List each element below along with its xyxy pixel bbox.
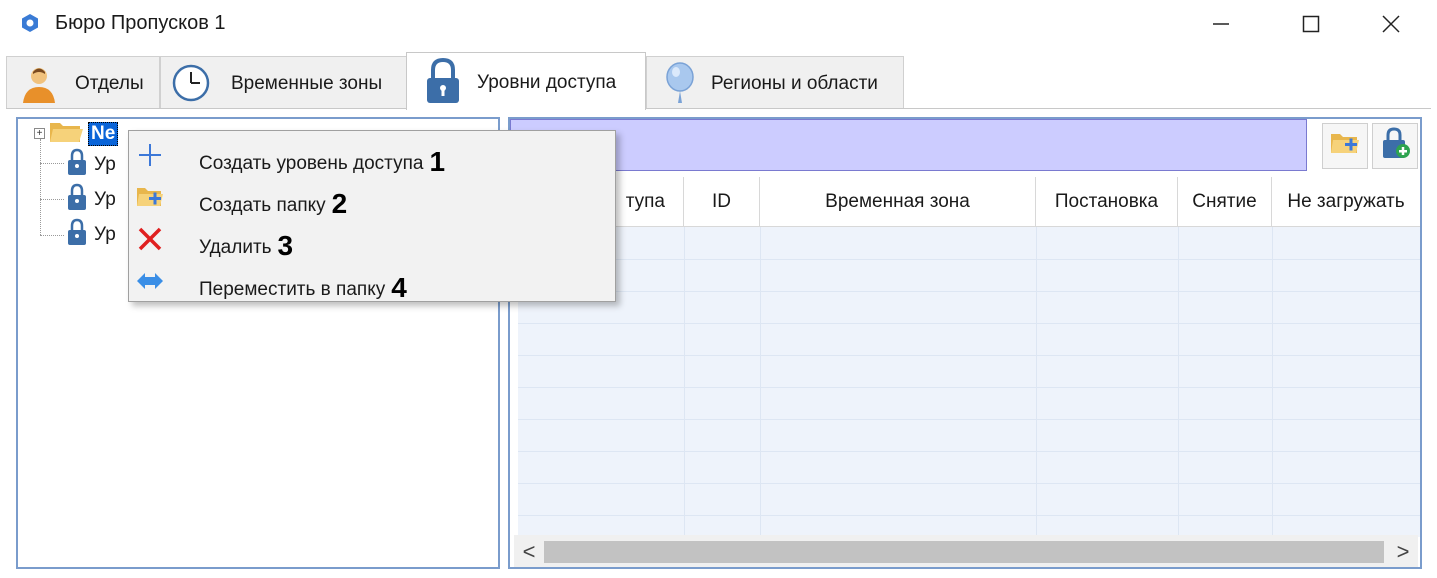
menu-item-create-folder[interactable]: Создать папку 2 [129, 177, 615, 219]
tab-label: Временные зоны [231, 73, 383, 94]
grid-header: тупа ID Временная зона Постановка Снятие… [510, 177, 1420, 227]
plus-icon [135, 141, 165, 169]
move-arrows-icon [135, 267, 165, 295]
column-header-id[interactable]: ID [684, 177, 760, 227]
tree-item-label: Ур [94, 224, 116, 245]
tree-connector [40, 199, 64, 200]
clock-icon [171, 63, 211, 109]
column-header-do-not-load[interactable]: Не загружать [1272, 177, 1420, 227]
minimize-icon [1213, 23, 1229, 25]
tree-root-label: Ne [88, 122, 119, 146]
window-title: Бюро Пропусков 1 [55, 12, 226, 34]
horizontal-scrollbar[interactable]: < > [514, 535, 1418, 567]
tree-root-node[interactable]: Ne [48, 118, 119, 150]
add-access-level-button[interactable] [1372, 123, 1418, 169]
padlock-icon [66, 218, 88, 252]
column-header-arm[interactable]: Постановка [1036, 177, 1178, 227]
column-header-disarm[interactable]: Снятие [1178, 177, 1272, 227]
tab-label: Отделы [75, 73, 144, 94]
menu-item-number: 1 [429, 146, 446, 177]
tab-label: Регионы и области [711, 73, 878, 94]
padlock-icon [66, 148, 88, 182]
add-access-level-icon [1380, 126, 1410, 166]
context-menu: Создать уровень доступа 1 Создать папку 2 … [128, 130, 616, 303]
padlock-icon [423, 57, 463, 111]
add-folder-button[interactable] [1322, 123, 1368, 169]
balloon-icon [663, 61, 697, 111]
title-bar: Бюро Пропусков 1 [0, 0, 1437, 48]
padlock-icon [66, 183, 88, 217]
menu-item-delete[interactable]: Удалить 3 [129, 219, 615, 261]
close-button[interactable] [1346, 0, 1436, 48]
tree-item[interactable]: Ур [66, 218, 116, 248]
person-icon [19, 63, 59, 109]
tab-divider [6, 108, 1431, 109]
delete-x-icon [135, 225, 165, 253]
menu-item-label: Переместить в папку 4 [199, 272, 407, 303]
menu-item-number: 3 [277, 230, 294, 261]
tree-item-label: Ур [94, 154, 116, 175]
tree-connector [40, 235, 64, 236]
access-levels-grid-panel: тупа ID Временная зона Постановка Снятие… [508, 117, 1422, 569]
menu-item-create-access-level[interactable]: Создать уровень доступа 1 [129, 135, 615, 177]
tree-connector [40, 163, 64, 164]
menu-item-label: Создать папку 2 [199, 188, 348, 219]
menu-item-move-to-folder[interactable]: Переместить в папку 4 [129, 261, 615, 303]
scrollbar-thumb[interactable] [544, 541, 1384, 563]
tree-connector [40, 139, 41, 235]
app-logo-icon [20, 13, 40, 33]
menu-item-number: 2 [331, 188, 348, 219]
tab-label: Уровни доступа [477, 72, 617, 93]
add-folder-icon [135, 183, 165, 211]
tree-item[interactable]: Ур [66, 183, 116, 213]
folder-icon [48, 118, 84, 150]
minimize-button[interactable] [1176, 0, 1266, 48]
tree-item-label: Ур [94, 189, 116, 210]
grid-body[interactable] [518, 227, 1420, 537]
tab-departments[interactable]: Отделы [6, 56, 160, 108]
menu-item-label: Создать уровень доступа 1 [199, 146, 446, 177]
menu-item-number: 4 [391, 272, 407, 303]
tab-time-zones[interactable]: Временные зоны [160, 56, 408, 108]
maximize-icon [1302, 15, 1320, 33]
tree-item[interactable]: Ур [66, 148, 116, 178]
close-icon [1382, 15, 1400, 33]
grid-toolbar [510, 119, 1307, 171]
column-header-time-zone[interactable]: Временная зона [760, 177, 1036, 227]
maximize-button[interactable] [1266, 0, 1356, 48]
scroll-left-button[interactable]: < [514, 535, 544, 567]
tab-regions[interactable]: Регионы и области [646, 56, 904, 108]
tab-access-levels[interactable]: Уровни доступа [406, 52, 646, 110]
add-folder-icon [1329, 129, 1361, 163]
scroll-right-button[interactable]: > [1388, 535, 1418, 567]
menu-item-label: Удалить 3 [199, 230, 294, 261]
tree-expander[interactable]: + [34, 128, 45, 139]
